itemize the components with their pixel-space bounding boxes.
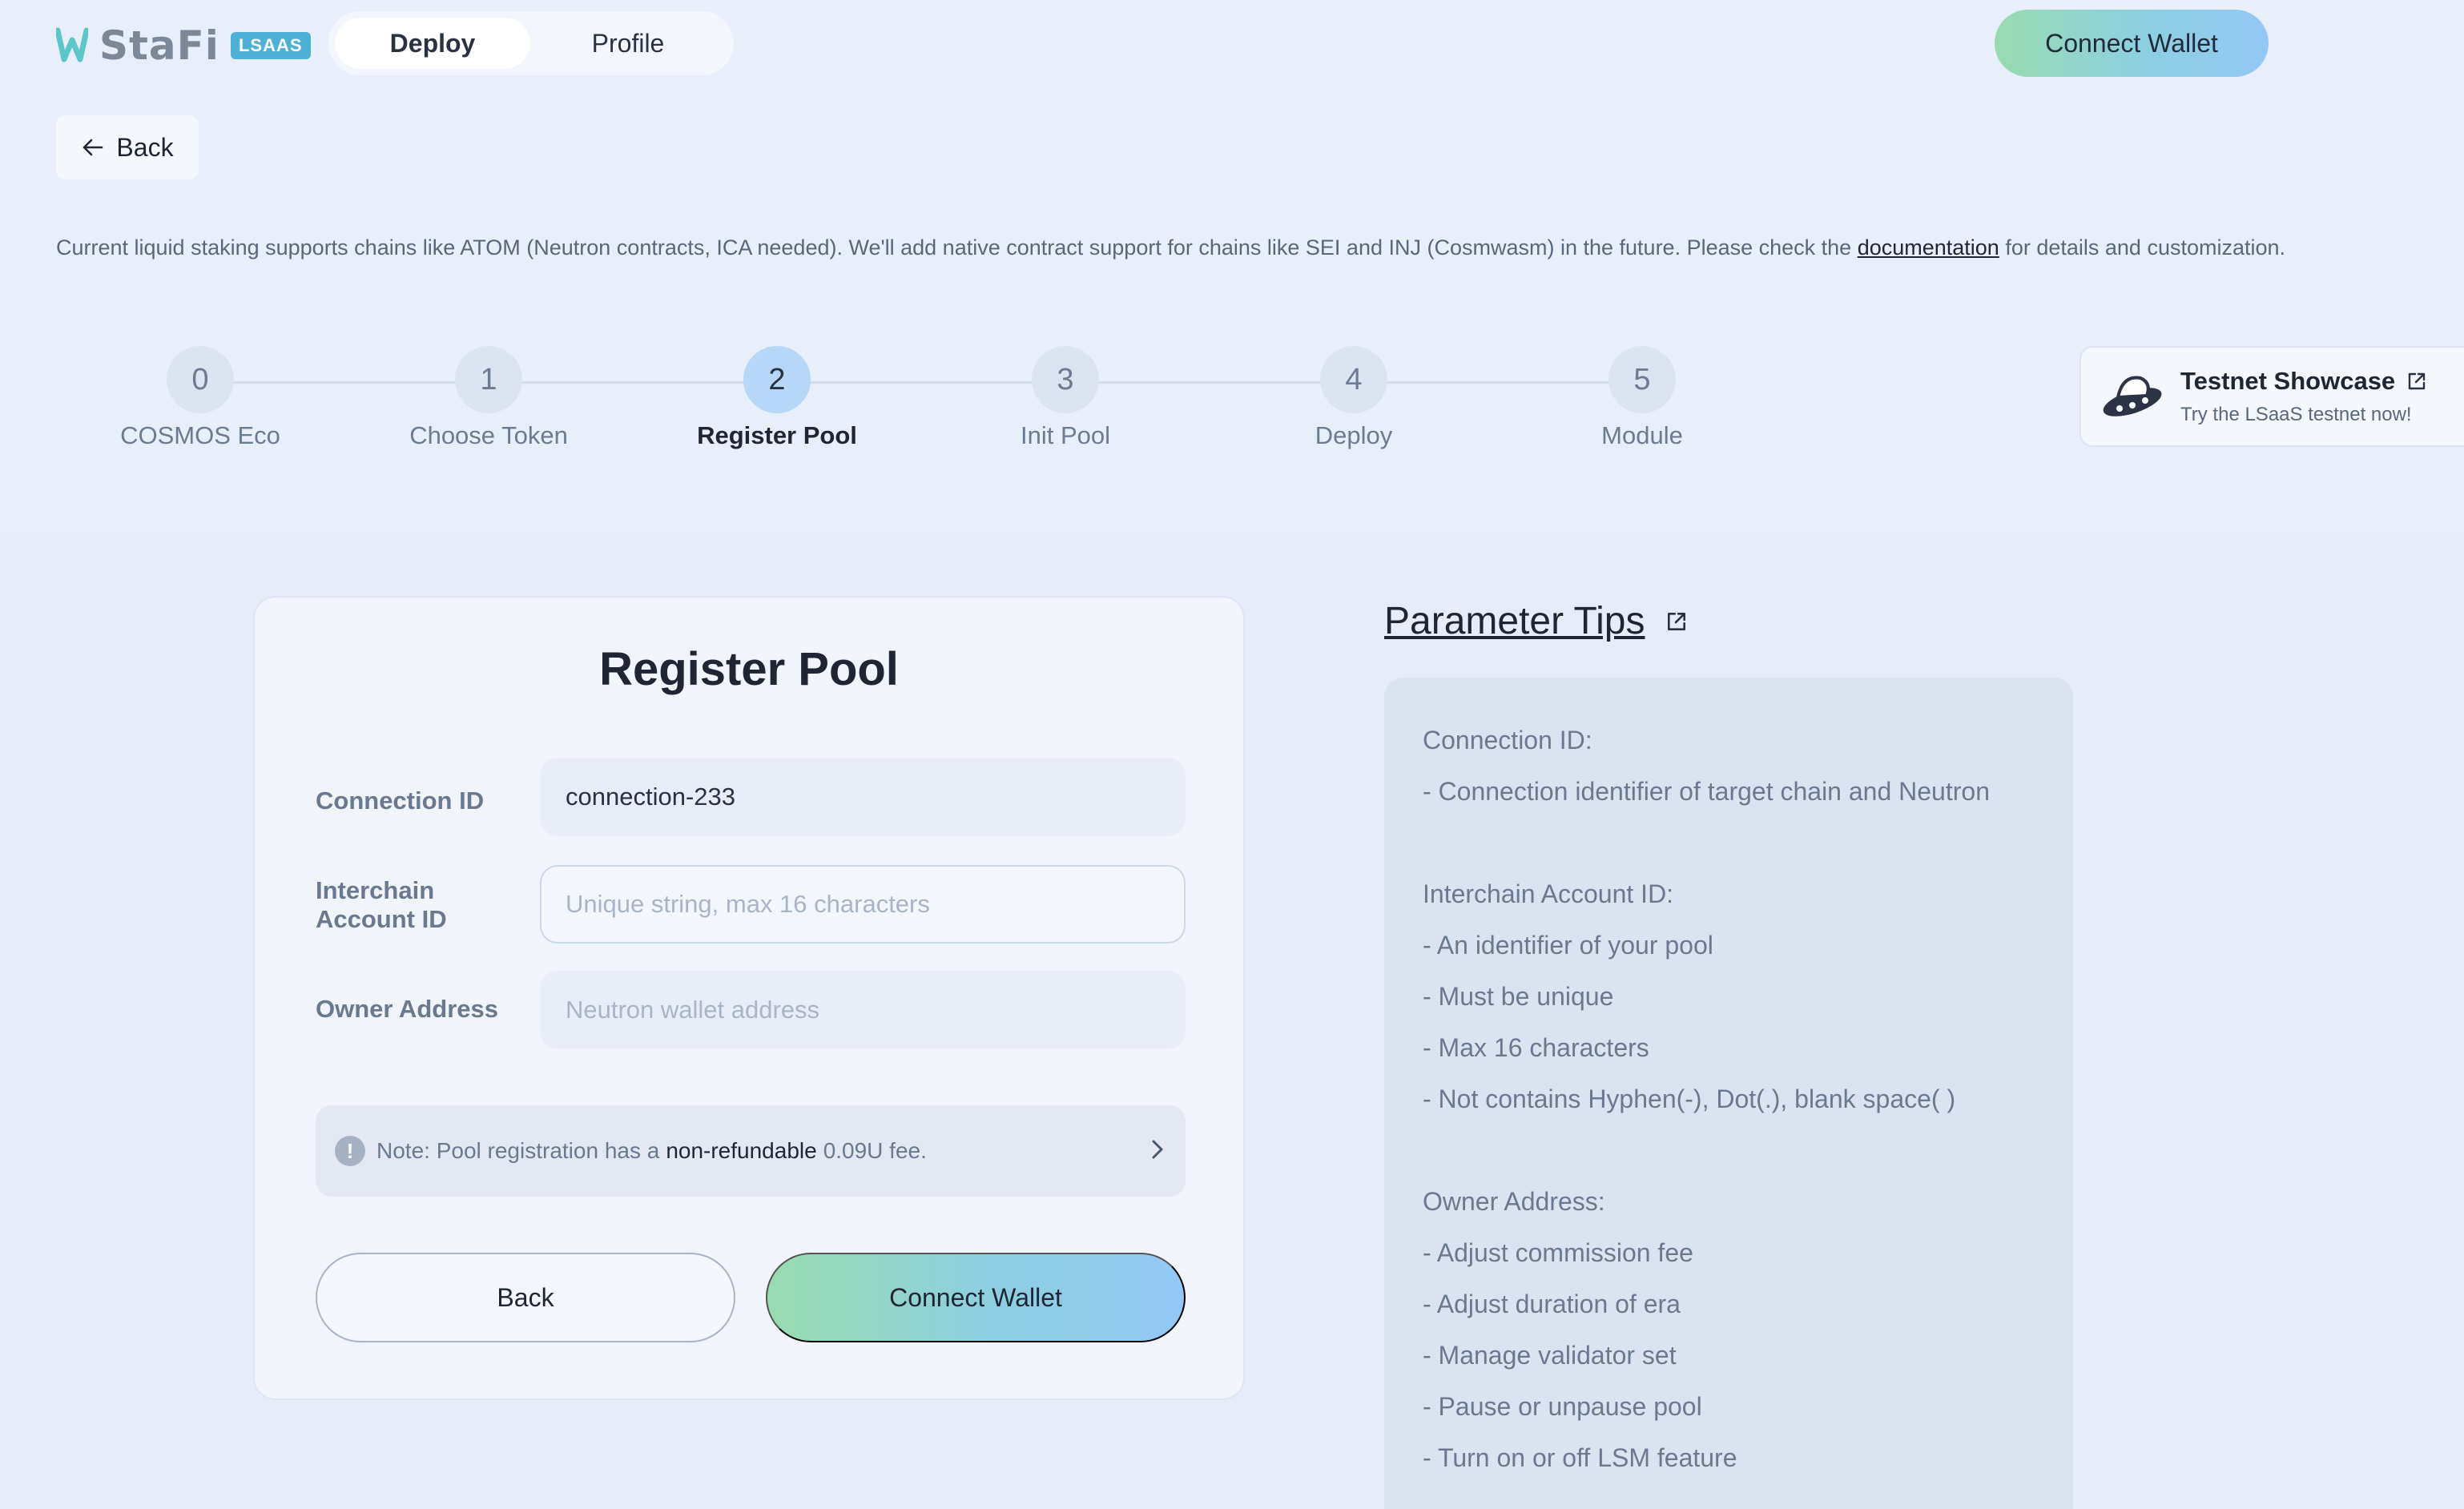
step-label: Init Pool [1020,421,1110,449]
tip-spacer [1423,1125,2035,1176]
step-4: 4 Deploy [1234,346,1474,450]
parameter-tips-title: Parameter Tips [1384,600,1645,642]
step-label: Deploy [1315,421,1393,449]
interchain-account-id-label-line: Account ID [316,905,447,933]
back-link-button[interactable]: Back [56,115,199,179]
step-number: 1 [455,346,522,413]
back-button[interactable]: Back [316,1253,735,1342]
ufo-icon [2103,376,2162,416]
tab-profile[interactable]: Profile [530,18,726,69]
tip-heading: Connection ID: [1423,726,1592,754]
fee-note[interactable]: ! Note: Pool registration has a non-refu… [316,1105,1186,1197]
step-number: 0 [167,346,234,413]
interchain-account-id-label-line: Interchain [316,876,435,904]
back-link-label: Back [116,132,174,162]
form-title: Register Pool [599,643,899,695]
tip-item: - An identifier of your pool [1423,931,1713,960]
logo-badge: LSAAS [230,32,311,59]
step-0: 0 COSMOS Eco [80,346,320,450]
documentation-link[interactable]: documentation [1858,235,1999,260]
connect-wallet-button[interactable]: Connect Wallet [1995,10,2269,77]
step-label: COSMOS Eco [120,421,280,449]
testnet-showcase-card[interactable]: Testnet Showcase Try the LSaaS testnet n… [2080,346,2464,447]
exclamation-icon: ! [335,1136,365,1166]
tip-item: - Pause or unpause pool [1423,1392,1702,1421]
tip-heading: Interchain Account ID: [1423,879,1674,908]
progress-stepper: 0 COSMOS Eco 1 Choose Token 2 Register P… [0,346,1762,458]
logo-text: StaFi [99,22,219,69]
note-prefix: Note: Pool registration has a [376,1138,660,1163]
chevron-right-icon [1152,1140,1163,1159]
register-pool-card: Register Pool Connection ID Interchain A… [253,596,1245,1400]
app-logo[interactable]: StaFi LSAAS [56,22,311,69]
step-1: 1 Choose Token [368,346,609,450]
tab-deploy[interactable]: Deploy [335,18,530,69]
tip-item: - Manage validator set [1423,1341,1677,1370]
showcase-title: Testnet Showcase [2180,367,2396,395]
step-number: 4 [1320,346,1387,413]
step-3: 3 Init Pool [945,346,1186,450]
interchain-account-id-label: Interchain Account ID [316,876,447,934]
step-number: 3 [1032,346,1099,413]
showcase-title-row: Testnet Showcase [2180,367,2427,396]
connection-id-label: Connection ID [316,787,485,815]
tip-item: - Connection identifier of target chain … [1423,777,1990,806]
tip-item: - Must be unique [1423,982,1614,1011]
step-5: 5 Module [1522,346,1762,450]
step-label: Module [1601,421,1683,449]
tip-item: - Adjust duration of era [1423,1290,1681,1318]
intro-text-part: for details and customization. [1999,235,2286,260]
tip-item: - Max 16 characters [1423,1033,1649,1062]
external-link-icon [2408,372,2426,390]
parameter-tips-link[interactable]: Parameter Tips [1384,599,1688,643]
stafi-logo-icon [56,27,88,62]
step-number: 5 [1608,346,1676,413]
interchain-account-id-input[interactable] [540,865,1186,944]
tip-item: - Adjust commission fee [1423,1238,1693,1267]
step-number: 2 [743,346,811,413]
showcase-subtitle: Try the LSaaS testnet now! [2180,404,2412,425]
owner-address-input[interactable] [540,971,1186,1049]
note-emphasis: non-refundable [666,1138,817,1163]
tip-heading: Owner Address: [1423,1187,1605,1216]
external-link-icon [1668,612,1686,630]
parameter-tips-box: Connection ID: - Connection identifier o… [1384,678,2073,1509]
tip-spacer [1423,817,2035,868]
arrow-left-icon [83,139,103,156]
step-label: Register Pool [697,421,857,449]
connect-wallet-form-button[interactable]: Connect Wallet [766,1253,1186,1342]
tip-item: - Not contains Hyphen(-), Dot(.), blank … [1423,1084,1956,1113]
owner-address-label: Owner Address [316,995,498,1023]
main-nav-tabs: Deploy Profile [328,11,734,75]
step-label: Choose Token [409,421,568,449]
tip-item: - Turn on or off LSM feature [1423,1443,1737,1472]
step-2: 2 Register Pool [657,346,897,450]
intro-text-part: Current liquid staking supports chains l… [56,235,1858,260]
connection-id-input[interactable] [540,758,1186,836]
note-suffix: 0.09U fee. [823,1138,927,1163]
intro-text: Current liquid staking supports chains l… [56,231,2331,264]
